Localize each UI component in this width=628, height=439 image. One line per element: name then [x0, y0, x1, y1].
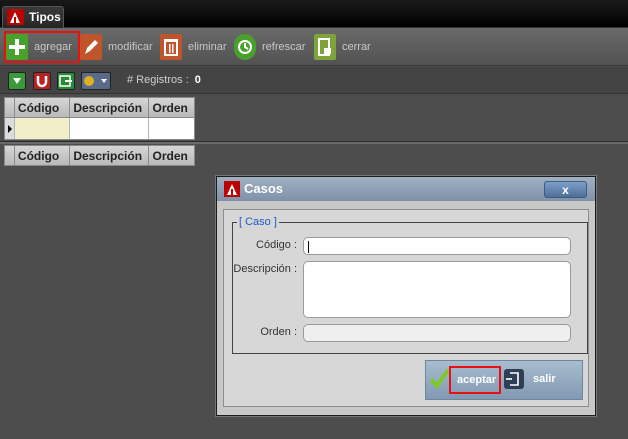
check-icon [429, 368, 449, 390]
col-descripcion[interactable]: Descripción [70, 98, 150, 117]
cell-codigo[interactable] [14, 118, 71, 139]
descripcion-field[interactable] [303, 261, 571, 318]
download-icon[interactable] [8, 72, 26, 90]
col-orden[interactable]: Orden [149, 146, 194, 165]
col-descripcion[interactable]: Descripción [70, 146, 150, 165]
app-logo-icon [224, 181, 240, 197]
dialog-title: Casos [244, 181, 284, 196]
col-codigo[interactable]: Código [15, 98, 71, 117]
tab-title: Tipos [29, 10, 61, 24]
refrescar-button[interactable]: refrescar [234, 32, 305, 62]
caso-legend: [ Caso ] [237, 216, 279, 228]
orden-field[interactable] [303, 324, 571, 342]
dialog-button-bar: aceptar salir [425, 360, 583, 400]
magnet-icon[interactable] [33, 72, 51, 90]
cerrar-button[interactable]: cerrar [314, 32, 371, 62]
modificar-button[interactable]: modificar [80, 32, 153, 62]
cell-orden[interactable] [149, 118, 194, 139]
dialog-body: [ Caso ] Código : Descripción : Orden : … [223, 209, 589, 407]
col-orden[interactable]: Orden [149, 98, 194, 117]
export-icon[interactable] [57, 72, 75, 90]
dialog-titlebar[interactable]: Casos x [217, 177, 595, 201]
tab-tipos[interactable]: Tipos [2, 6, 64, 28]
caso-fieldset: [ Caso ] Código : Descripción : Orden : [232, 216, 588, 354]
orden-label: Orden : [260, 326, 297, 338]
agregar-highlight-box [4, 31, 80, 63]
row-indicator-header [5, 98, 15, 117]
row-indicator-header [5, 146, 15, 165]
refresh-icon [234, 34, 256, 60]
text-cursor [308, 241, 309, 253]
table-row[interactable] [4, 118, 195, 140]
codigo-field[interactable] [303, 237, 571, 255]
exit-icon [504, 369, 524, 389]
modificar-label: modificar [108, 41, 153, 53]
close-door-icon [314, 34, 336, 60]
cell-descripcion[interactable] [70, 118, 150, 139]
pencil-icon [80, 34, 102, 60]
bottom-grid-header: Código Descripción Orden [4, 145, 195, 166]
eliminar-label: eliminar [188, 41, 227, 53]
registros-count: # Registros :0 [127, 74, 201, 86]
refrescar-label: refrescar [262, 41, 306, 53]
codigo-label: Código : [256, 239, 297, 251]
casos-dialog: Casos x [ Caso ] Código : Descripción : … [216, 176, 596, 416]
descripcion-label: Descripción : [233, 263, 297, 275]
main-toolbar: agregar modificar eliminar refrescar cer… [0, 28, 628, 66]
grid-splitter[interactable] [0, 141, 628, 144]
aceptar-highlight-box [449, 366, 501, 394]
dialog-close-button[interactable]: x [544, 181, 587, 198]
top-grid-header: Código Descripción Orden [4, 97, 195, 118]
salir-label: salir [533, 373, 556, 385]
eliminar-button[interactable]: eliminar [160, 32, 227, 62]
col-codigo[interactable]: Código [15, 146, 71, 165]
row-pointer-icon [5, 118, 15, 139]
trash-icon [160, 34, 182, 60]
salir-button[interactable]: salir [503, 368, 556, 390]
window-titlebar: Tipos [0, 0, 628, 28]
settings-dropdown-icon[interactable] [81, 72, 111, 90]
app-logo-icon [7, 9, 24, 25]
grid-toolbar: # Registros :0 [0, 67, 628, 94]
cerrar-label: cerrar [342, 41, 371, 53]
